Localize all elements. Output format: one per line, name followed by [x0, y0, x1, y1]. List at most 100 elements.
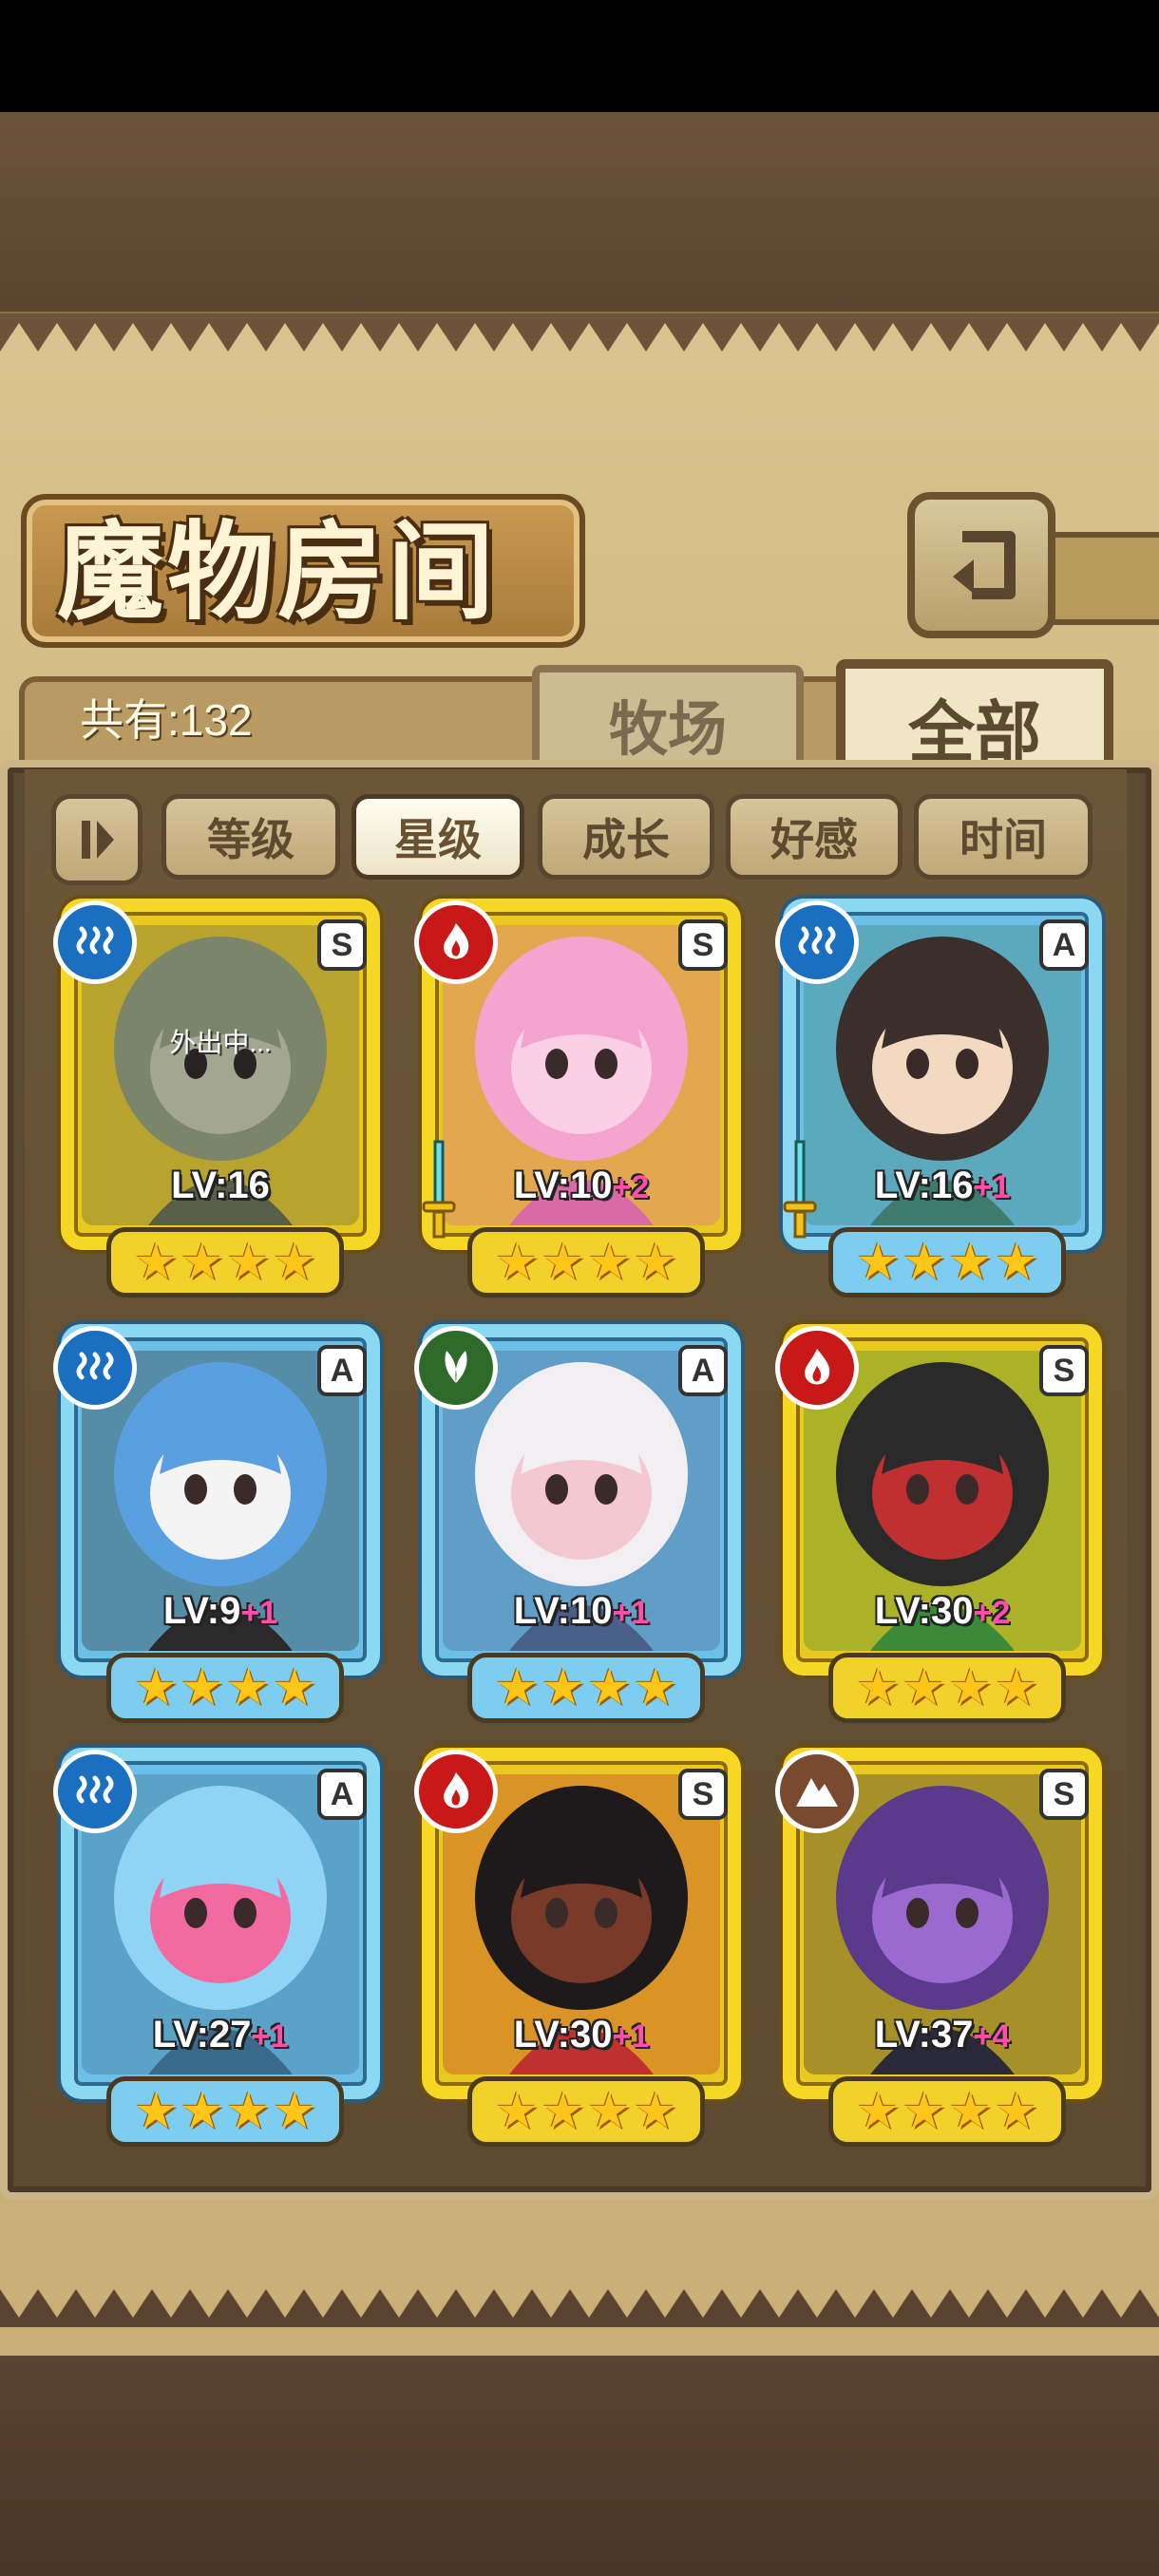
status-away: 外出中...	[169, 1028, 272, 1057]
star-icon: ★	[994, 1234, 1039, 1291]
level-bonus: +1	[240, 1595, 278, 1631]
tab-ranch[interactable]: 牧场	[532, 665, 804, 775]
level-value: LV:16	[171, 1165, 270, 1206]
star-icon: ★	[633, 2083, 678, 2140]
level-bonus: +2	[973, 1595, 1011, 1631]
zigzag-border-bottom	[0, 2289, 1159, 2327]
star-icon: ★	[902, 2083, 946, 2140]
star-icon: ★	[948, 1659, 993, 1716]
level-label: LV:30+2	[775, 1590, 1110, 1633]
level-bonus: +2	[612, 1169, 650, 1205]
star-icon: ★	[494, 1659, 540, 1716]
star-icon: ★	[587, 2083, 632, 2140]
star-icon: ★	[902, 1234, 946, 1291]
water-element-icon	[53, 1750, 137, 1833]
star-icon: ★	[855, 2083, 901, 2140]
star-icon: ★	[272, 2083, 317, 2140]
map-background-bottom	[0, 2356, 1159, 2576]
star-icon: ★	[633, 1234, 678, 1291]
monster-card[interactable]: S LV:30+2 ★ ★ ★ ★	[775, 1324, 1110, 1723]
star-icon: ★	[541, 1659, 585, 1716]
star-icon: ★	[226, 1234, 271, 1291]
sort-order-icon	[82, 821, 114, 859]
monster-card[interactable]: A LV:10+1 ★ ★ ★ ★	[414, 1324, 749, 1723]
star-rating: ★ ★ ★ ★	[106, 1227, 344, 1297]
star-icon: ★	[855, 1234, 901, 1291]
map-background-top	[0, 112, 1159, 312]
star-icon: ★	[226, 2083, 271, 2140]
star-rating: ★ ★ ★ ★	[467, 2076, 705, 2147]
back-button[interactable]	[907, 492, 1055, 638]
level-label: LV:37+4	[775, 2014, 1110, 2056]
level-label: LV:9+1	[53, 1590, 388, 1633]
level-label: LV:30+1	[414, 2014, 749, 2056]
star-icon: ★	[272, 1659, 317, 1716]
rank-badge: A	[1039, 919, 1089, 971]
star-icon: ★	[587, 1659, 632, 1716]
star-icon: ★	[633, 1659, 678, 1716]
level-label: LV:10+2	[414, 1165, 749, 1207]
sort-by-stars[interactable]: 星级	[352, 794, 524, 880]
level-value: LV:30	[874, 1590, 974, 1632]
star-icon: ★	[994, 1659, 1039, 1716]
fire-element-icon	[414, 1750, 498, 1833]
star-icon: ★	[180, 1234, 224, 1291]
level-value: LV:10	[513, 1165, 613, 1206]
monster-card[interactable]: A LV:9+1 ★ ★ ★ ★	[53, 1324, 388, 1723]
monster-count: 共有:132	[80, 695, 253, 745]
sort-by-affection[interactable]: 好感	[726, 794, 902, 880]
level-label: LV:27+1	[53, 2014, 388, 2056]
star-rating: ★ ★ ★ ★	[106, 1653, 344, 1723]
status-bar	[0, 0, 1159, 112]
rank-badge: S	[678, 919, 728, 971]
level-value: LV:30	[513, 2014, 613, 2055]
star-rating: ★ ★ ★ ★	[106, 2076, 344, 2147]
level-value: LV:16	[874, 1165, 974, 1206]
zigzag-border-top	[0, 313, 1159, 351]
star-icon: ★	[541, 2083, 585, 2140]
earth-element-icon	[775, 1750, 859, 1833]
return-arrow-icon	[953, 531, 1016, 599]
water-element-icon	[53, 900, 137, 984]
level-bonus: +1	[612, 2018, 650, 2055]
star-icon: ★	[994, 2083, 1039, 2140]
level-value: LV:10	[513, 1590, 613, 1632]
star-icon: ★	[180, 2083, 224, 2140]
sort-order-toggle[interactable]	[51, 794, 142, 885]
star-rating: ★ ★ ★ ★	[467, 1227, 705, 1297]
level-value: LV:27	[152, 2014, 252, 2055]
star-rating: ★ ★ ★ ★	[828, 1653, 1066, 1723]
monster-card[interactable]: S LV:30+1 ★ ★ ★ ★	[414, 1748, 749, 2147]
sort-by-level[interactable]: 等级	[162, 794, 340, 880]
sort-by-time[interactable]: 时间	[914, 794, 1092, 880]
star-icon: ★	[133, 1659, 179, 1716]
rank-badge: S	[317, 919, 367, 971]
rank-badge: S	[1039, 1345, 1089, 1396]
monster-card[interactable]: A LV:27+1 ★ ★ ★ ★	[53, 1748, 388, 2147]
monster-card[interactable]: A LV:16+1 ★ ★ ★ ★	[775, 899, 1110, 1297]
star-rating: ★ ★ ★ ★	[828, 2076, 1066, 2147]
monster-card[interactable]: S LV:10+2 ★ ★ ★ ★	[414, 899, 749, 1297]
fire-element-icon	[775, 1326, 859, 1410]
star-rating: ★ ★ ★ ★	[467, 1653, 705, 1723]
star-icon: ★	[855, 1659, 901, 1716]
level-bonus: +1	[251, 2018, 289, 2055]
star-icon: ★	[494, 2083, 540, 2140]
star-icon: ★	[541, 1234, 585, 1291]
level-bonus: +1	[612, 1595, 650, 1631]
star-icon: ★	[180, 1659, 224, 1716]
rank-badge: A	[317, 1345, 367, 1396]
page-title: 魔物房间	[57, 510, 498, 635]
sort-by-growth[interactable]: 成长	[538, 794, 714, 880]
level-value: LV:37	[874, 2014, 974, 2055]
star-icon: ★	[494, 1234, 540, 1291]
star-icon: ★	[948, 2083, 993, 2140]
rank-badge: S	[1039, 1769, 1089, 1820]
monster-card[interactable]: S 外出中... LV:16 ★ ★ ★ ★	[53, 899, 388, 1297]
level-label: LV:16+1	[775, 1165, 1110, 1207]
level-bonus: +1	[973, 1169, 1011, 1205]
rank-badge: A	[317, 1769, 367, 1820]
monster-card[interactable]: S LV:37+4 ★ ★ ★ ★	[775, 1748, 1110, 2147]
star-icon: ★	[948, 1234, 993, 1291]
level-value: LV:9	[162, 1590, 241, 1632]
